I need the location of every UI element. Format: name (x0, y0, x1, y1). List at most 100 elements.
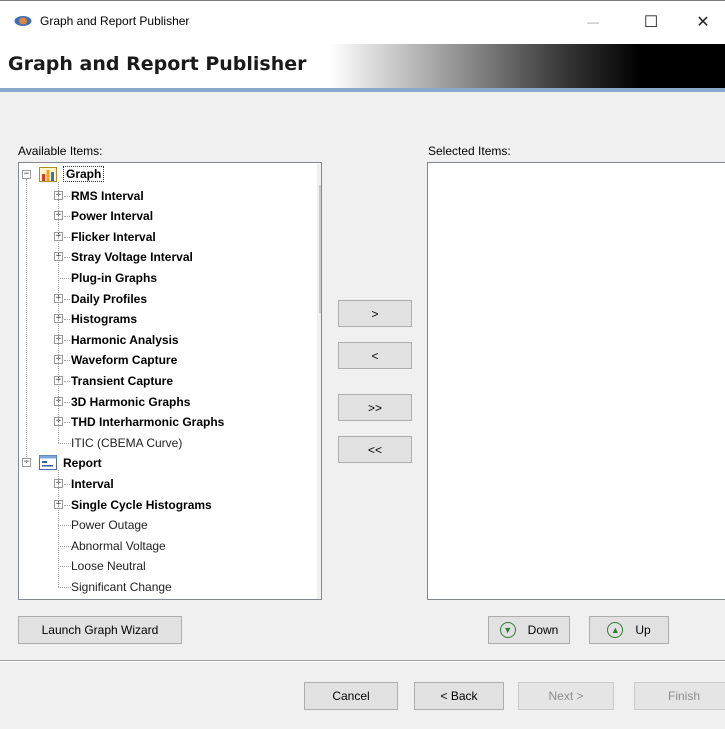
tree-connector (64, 401, 70, 403)
cancel-button[interactable]: Cancel (304, 682, 398, 710)
tree-item-label: Flicker Interval (71, 229, 156, 244)
window-title: Graph and Report Publisher (40, 14, 190, 28)
tree-connector (64, 236, 70, 238)
tree-connector (58, 566, 71, 568)
move-up-label: Up (635, 623, 651, 637)
tree-connector (58, 525, 71, 527)
tree-item-row[interactable]: Significant Change (19, 577, 301, 597)
finish-button[interactable]: Finish (634, 682, 725, 710)
tree-connector (64, 257, 70, 259)
tree-item-row[interactable]: + Histograms (19, 309, 301, 329)
move-down-button[interactable]: ▼ Down (488, 616, 570, 644)
move-up-button[interactable]: ▲ Up (589, 616, 669, 644)
tree-item-row[interactable]: Abnormal Voltage (19, 536, 301, 556)
tree-item-row[interactable]: Power Outage (19, 515, 301, 535)
maximize-icon: ☐ (643, 14, 659, 31)
tree-item-label: THD Interharmonic Graphs (71, 415, 225, 430)
tree-item-label: Loose Neutral (71, 559, 146, 574)
tree-connector (64, 422, 70, 424)
footer-divider-highlight (0, 661, 725, 662)
move-down-label: Down (527, 623, 559, 637)
collapse-icon[interactable]: − (22, 170, 31, 179)
minimize-icon: — (587, 15, 599, 29)
selected-items-list[interactable] (427, 162, 725, 600)
tree-connector (64, 484, 70, 485)
tree-item-row[interactable]: + Daily Profiles (19, 289, 301, 309)
tree-item-row[interactable]: + THD Interharmonic Graphs (19, 412, 301, 432)
report-icon (39, 455, 57, 471)
tree-item-label: Power Outage (71, 518, 148, 533)
scrollbar-thumb[interactable] (319, 185, 321, 313)
available-items-label: Available Items: (18, 144, 103, 158)
tree-item-label: Power Interval (71, 209, 154, 224)
tree-connector (64, 298, 70, 300)
tree-item-label: RMS Interval (71, 188, 144, 203)
tree-item-label: Interval (71, 477, 114, 491)
tree-item-label: 3D Harmonic Graphs (71, 394, 191, 409)
close-icon: ✕ (696, 14, 710, 31)
header-divider (0, 88, 725, 92)
tree-item-row[interactable]: + Transient Capture (19, 371, 301, 391)
tree-item-label: Histograms (71, 312, 138, 327)
tree-connector (64, 339, 70, 341)
minimize-button[interactable]: — (570, 0, 616, 44)
tree-guide-line (58, 182, 59, 443)
tree-connector (64, 216, 70, 218)
tree-item-row[interactable]: + Power Interval (19, 206, 301, 226)
tree-item-label: Plug-in Graphs (71, 271, 158, 285)
tree-connector (58, 587, 71, 588)
graph-icon (39, 167, 57, 182)
tree-group-row[interactable]: − Graph (19, 165, 301, 185)
tree-content: − Graph + RMS Interval + Power Interval + Flick… (19, 163, 301, 599)
tree-item-label: ITIC (CBEMA Curve) (71, 435, 183, 450)
tree-item-row[interactable]: + Single Cycle Histograms (19, 495, 301, 515)
tree-group-label: Graph (63, 166, 105, 182)
tree-connector (64, 381, 70, 382)
tree-connector (64, 319, 70, 321)
tree-guide-line (58, 470, 59, 587)
scroll-down-icon[interactable]: ▼ (317, 579, 322, 596)
close-button[interactable]: ✕ (680, 0, 725, 44)
remove-all-button[interactable]: << (338, 436, 412, 463)
launch-graph-wizard-button[interactable]: Launch Graph Wizard (18, 616, 182, 644)
tree-item-label: Waveform Capture (71, 353, 178, 368)
tree-root-line (26, 179, 27, 464)
tree-item-row[interactable]: + Interval (19, 474, 301, 494)
app-icon (14, 16, 32, 26)
tree-group-row[interactable]: − Report (19, 453, 301, 473)
tree-item-label: Stray Voltage Interval (71, 250, 193, 265)
tree-item-row[interactable]: + Waveform Capture (19, 350, 301, 370)
tree-item-row[interactable]: + RMS Interval (19, 186, 301, 206)
tree-connector (64, 195, 70, 197)
tree-item-row[interactable]: + Stray Voltage Interval (19, 247, 301, 267)
next-button[interactable]: Next > (518, 682, 614, 710)
tree-item-row[interactable]: Loose Neutral (19, 556, 301, 576)
tree-connector (64, 360, 70, 362)
selected-items-label: Selected Items: (428, 144, 511, 158)
add-all-button[interactable]: >> (338, 394, 412, 421)
arrow-down-icon: ▼ (499, 622, 516, 638)
tree-item-row[interactable]: + Flicker Interval (19, 227, 301, 247)
add-button[interactable]: > (338, 300, 412, 327)
remove-button[interactable]: < (338, 342, 412, 369)
tree-connector (58, 442, 71, 444)
tree-item-row[interactable]: +3D Harmonic Graphs (19, 392, 301, 412)
tree-item-label: Single Cycle Histograms (71, 497, 212, 512)
tree-item-label: Transient Capture (71, 374, 174, 388)
tree-connector (58, 545, 71, 547)
scroll-up-icon[interactable]: ▲ (317, 167, 322, 184)
tree-connector (64, 504, 70, 506)
available-items-tree[interactable]: − Graph + RMS Interval + Power Interval + Flick… (18, 162, 322, 600)
arrow-up-icon: ▲ (607, 622, 624, 638)
tree-item-label: Harmonic Analysis (71, 332, 179, 347)
maximize-button[interactable]: ☐ (628, 0, 674, 44)
tree-item-row[interactable]: Plug-in Graphs (19, 268, 301, 288)
back-button[interactable]: < Back (414, 682, 504, 710)
page-title: Graph and Report Publisher (8, 53, 307, 75)
tree-item-row[interactable]: ITIC (CBEMA Curve) (19, 433, 301, 453)
tree-connector (58, 278, 71, 279)
tree-item-label: Daily Profiles (71, 291, 148, 306)
tree-group-label: Report (63, 456, 102, 471)
tree-item-label: Abnormal Voltage (71, 538, 166, 553)
tree-item-row[interactable]: + Harmonic Analysis (19, 330, 301, 350)
